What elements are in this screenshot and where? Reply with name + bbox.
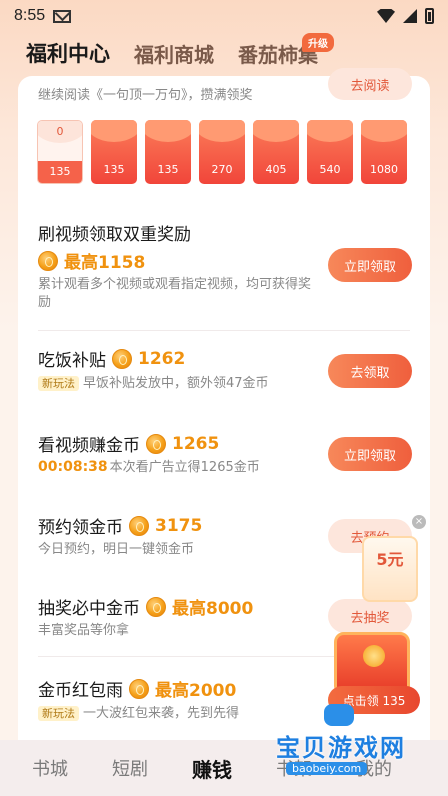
- coin-icon: [146, 433, 166, 454]
- top-tabs: 福利中心 福利商城 番茄柿集 升级: [26, 33, 334, 68]
- coin-icon: [146, 596, 166, 617]
- divider: [38, 330, 410, 331]
- watermark-title: 宝贝游戏网: [276, 734, 406, 762]
- task-title: 预约领金币 3175: [38, 513, 202, 538]
- task-desc: 00:08:38 本次看广告立得1265金币: [38, 458, 260, 477]
- tab-welfare-mall[interactable]: 福利商城: [134, 39, 214, 68]
- claim-button[interactable]: 立即领取: [328, 248, 412, 282]
- task-desc: 丰富奖品等你拿: [38, 623, 130, 638]
- status-time: 8:55: [14, 7, 46, 24]
- task-title-text: 预约领金币: [38, 518, 123, 538]
- reward-amount: 最高1158: [64, 253, 146, 273]
- tab-welfare-center[interactable]: 福利中心: [26, 38, 110, 68]
- task-title: 吃饭补贴 1262: [38, 346, 185, 371]
- task-title: 刷视频领取双重奖励: [38, 220, 191, 245]
- status-icons: [377, 8, 434, 24]
- mail-icon: [53, 9, 72, 23]
- nav-short-drama[interactable]: 短剧: [112, 755, 148, 781]
- envelope-amount: 1080: [370, 163, 398, 176]
- wifi-icon: [377, 9, 395, 23]
- treasure-chest-icon[interactable]: [334, 632, 410, 692]
- lottery-button[interactable]: 去抽奖: [328, 599, 412, 633]
- floating-cash-card[interactable]: 5元: [362, 536, 418, 602]
- red-envelope[interactable]: 135: [91, 120, 137, 184]
- coin-icon: [129, 515, 149, 536]
- task-desc-text: 早饭补贴发放中，额外领47金币: [83, 376, 269, 391]
- chest-coin-icon: [363, 645, 385, 667]
- red-envelope[interactable]: 0 135: [37, 120, 83, 184]
- task-desc-text: 本次看广告立得1265金币: [109, 460, 260, 475]
- coin-icon: [38, 250, 58, 271]
- red-envelope[interactable]: 405: [253, 120, 299, 184]
- upgrade-badge: 升级: [302, 33, 334, 52]
- new-tag: 新玩法: [38, 376, 79, 391]
- tab-tomato-market-wrap: 番茄柿集 升级: [238, 33, 334, 68]
- red-envelope[interactable]: 540: [307, 120, 353, 184]
- battery-icon: [425, 8, 434, 24]
- task-desc: 新玩法 早饭补贴发放中，额外领47金币: [38, 375, 269, 393]
- new-tag: 新玩法: [38, 706, 79, 721]
- reward-amount: 1265: [172, 433, 220, 454]
- task-desc: 今日预约，明日一键领金币: [38, 542, 195, 557]
- read-button[interactable]: 去阅读: [328, 68, 412, 100]
- task-title-text: 刷视频领取双重奖励: [38, 225, 191, 245]
- read-task-desc: 继续阅读《一句顶一万句》，攒满领奖: [38, 88, 253, 103]
- task-desc: 新玩法 一大波红包来袭，先到先得: [38, 705, 239, 723]
- reward-amount: 最高8000: [172, 599, 254, 619]
- coin-icon: [129, 678, 149, 699]
- envelope-amount: 540: [319, 163, 341, 176]
- countdown-timer: 00:08:38: [38, 459, 108, 475]
- task-title-text: 看视频赚金币: [38, 436, 140, 456]
- task-title-text: 金币红包雨: [38, 681, 123, 701]
- envelope-amount: 270: [211, 163, 233, 176]
- floating-cash-amount: 5元: [376, 550, 404, 569]
- red-envelope[interactable]: 135: [145, 120, 191, 184]
- task-title: 金币红包雨 最高2000: [38, 676, 236, 701]
- task-desc-text: 一大波红包来袭，先到先得: [83, 706, 240, 721]
- claim-button[interactable]: 立即领取: [328, 437, 412, 471]
- gamepad-icon: [324, 704, 354, 726]
- envelope-amount: 135: [103, 163, 125, 176]
- signal-icon: [403, 9, 417, 23]
- task-reward: 最高1158: [38, 248, 145, 273]
- task-title: 抽奖必中金币 最高8000: [38, 594, 253, 619]
- envelope-amount: 135: [38, 161, 82, 183]
- task-title-text: 抽奖必中金币: [38, 599, 140, 619]
- envelope-amount: 405: [265, 163, 287, 176]
- watermark: 宝贝游戏网 baobeiy.com: [276, 704, 426, 775]
- claim-button[interactable]: 去领取: [328, 354, 412, 388]
- watermark-url: baobeiy.com: [286, 762, 368, 775]
- task-title: 看视频赚金币 1265: [38, 431, 219, 456]
- envelope-top-amount: 0: [56, 125, 64, 138]
- envelope-amount: 135: [157, 163, 179, 176]
- task-desc: 累计观看多个视频或观看指定视频，均可获得奖励: [38, 277, 312, 310]
- nav-earn[interactable]: 赚钱: [192, 754, 232, 783]
- reward-amount: 最高2000: [155, 681, 237, 701]
- close-icon[interactable]: ×: [412, 515, 426, 529]
- red-envelope[interactable]: 270: [199, 120, 245, 184]
- status-bar: 8:55: [0, 0, 448, 32]
- task-title-text: 吃饭补贴: [38, 351, 106, 371]
- red-envelope-row: 0 135 135 135 270 405 540 1080: [37, 120, 407, 184]
- red-envelope[interactable]: 1080: [361, 120, 407, 184]
- reward-amount: 3175: [155, 515, 203, 536]
- coin-icon: [112, 348, 132, 369]
- reward-amount: 1262: [138, 348, 186, 369]
- nav-bookstore[interactable]: 书城: [32, 755, 68, 781]
